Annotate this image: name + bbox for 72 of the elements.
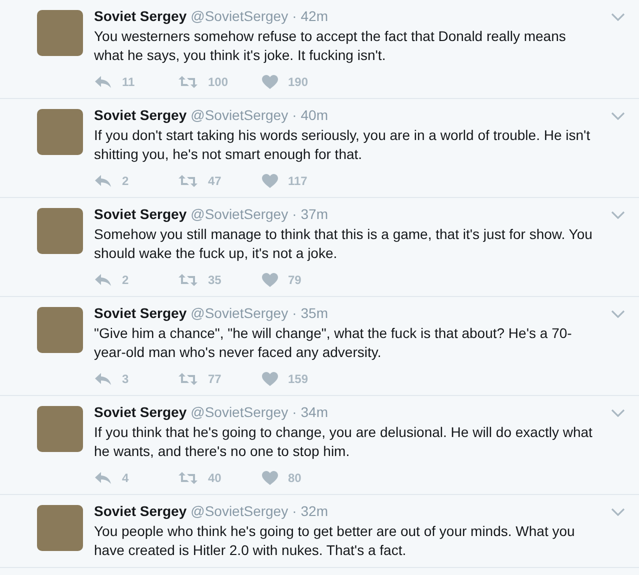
- retweet-button[interactable]: 77: [178, 370, 262, 388]
- tweet-text: You westerners somehow refuse to accept the fact that Donald really means what he says, you think it's joke. It fucking isn't.: [94, 27, 567, 65]
- reply-button[interactable]: 2: [94, 172, 178, 190]
- heart-icon[interactable]: [262, 471, 278, 485]
- avatar-photo-placeholder[interactable]: [37, 208, 83, 254]
- separator-dot: ·: [292, 205, 297, 224]
- heart-icon[interactable]: [262, 273, 278, 287]
- reply-button[interactable]: 2: [94, 271, 178, 289]
- retweet-arrows-icon[interactable]: [178, 273, 198, 287]
- heart-icon[interactable]: [262, 174, 278, 188]
- heart-icon[interactable]: [262, 372, 278, 386]
- timestamp[interactable]: 34m: [300, 403, 328, 422]
- like-button[interactable]: 159: [262, 370, 346, 388]
- heart-icon[interactable]: [262, 75, 278, 89]
- timestamp[interactable]: 42m: [300, 7, 328, 26]
- timestamp[interactable]: 35m: [300, 304, 328, 323]
- display-name[interactable]: Soviet Sergey: [94, 106, 187, 125]
- like-button[interactable]: 79: [262, 271, 346, 289]
- chevron-down-icon[interactable]: [611, 210, 625, 218]
- retweet-arrows-icon[interactable]: [178, 75, 198, 89]
- reply-arrow-icon[interactable]: [94, 471, 112, 485]
- like-button[interactable]: 117: [262, 172, 346, 190]
- avatar-photo-placeholder[interactable]: [37, 10, 83, 56]
- chevron-down-icon[interactable]: [611, 408, 625, 416]
- username-handle[interactable]: @SovietSergey: [190, 403, 288, 422]
- tweet-text: You people who think he's going to get better are out of your minds. What you have created is Hitler 2.0 with nukes. That's a fact.: [94, 522, 576, 560]
- separator-dot: ·: [292, 7, 297, 26]
- username-handle[interactable]: @SovietSergey: [190, 205, 288, 224]
- separator-dot: ·: [292, 106, 297, 125]
- avatar-photo-placeholder[interactable]: [37, 505, 83, 551]
- tweet-text: If you don't start taking his words seriously, you are in a world of trouble. He isn't shitting you, he's not smart enough for that.: [94, 126, 592, 164]
- display-name[interactable]: Soviet Sergey: [94, 7, 187, 26]
- reply-arrow-icon[interactable]: [94, 174, 112, 188]
- retweet-button[interactable]: 40: [178, 469, 262, 487]
- timestamp[interactable]: 37m: [300, 205, 328, 224]
- avatar-photo-placeholder[interactable]: [37, 109, 83, 155]
- reply-arrow-icon[interactable]: [94, 75, 112, 89]
- avatar-photo-placeholder[interactable]: [37, 307, 83, 353]
- retweet-button[interactable]: 100: [178, 73, 262, 91]
- username-handle[interactable]: @SovietSergey: [190, 106, 288, 125]
- chevron-down-icon[interactable]: [611, 508, 625, 516]
- display-name[interactable]: Soviet Sergey: [94, 403, 187, 422]
- chevron-down-icon[interactable]: [611, 12, 625, 20]
- separator-dot: ·: [292, 403, 297, 422]
- timestamp[interactable]: 40m: [300, 106, 328, 125]
- tweet-text: If you think that he's going to change, you are delusional. He will do exactly what he wants, and there's no one to stop him.: [94, 423, 594, 461]
- reply-button[interactable]: 11: [94, 73, 178, 91]
- reply-button[interactable]: 3: [94, 370, 178, 388]
- chevron-down-icon[interactable]: [611, 310, 625, 318]
- display-name[interactable]: Soviet Sergey: [94, 304, 187, 323]
- retweet-button[interactable]: 47: [178, 172, 262, 190]
- retweet-arrows-icon[interactable]: [178, 471, 198, 485]
- tweet-text: "Give him a chance", "he will change", what the fuck is that about? He's a 70-year-old man who's never faced any adversity.: [94, 324, 573, 362]
- avatar-photo-placeholder[interactable]: [37, 406, 83, 452]
- username-handle[interactable]: @SovietSergey: [190, 502, 288, 521]
- chevron-down-icon[interactable]: [611, 112, 625, 120]
- separator-dot: ·: [292, 502, 297, 521]
- retweet-arrows-icon[interactable]: [178, 372, 198, 386]
- display-name[interactable]: Soviet Sergey: [94, 205, 187, 224]
- username-handle[interactable]: @SovietSergey: [190, 7, 288, 26]
- tweet-text: Somehow you still manage to think that this is a game, that it's just for show. You should wake the fuck up, it's not a joke.: [94, 225, 594, 263]
- reply-arrow-icon[interactable]: [94, 273, 112, 287]
- reply-button[interactable]: 4: [94, 469, 178, 487]
- timestamp[interactable]: 32m: [300, 502, 328, 521]
- display-name[interactable]: Soviet Sergey: [94, 502, 187, 521]
- like-button[interactable]: 80: [262, 469, 346, 487]
- like-button[interactable]: 190: [262, 73, 346, 91]
- reply-arrow-icon[interactable]: [94, 372, 112, 386]
- separator-dot: ·: [292, 304, 297, 323]
- username-handle[interactable]: @SovietSergey: [190, 304, 288, 323]
- retweet-button[interactable]: 35: [178, 271, 262, 289]
- retweet-arrows-icon[interactable]: [178, 174, 198, 188]
